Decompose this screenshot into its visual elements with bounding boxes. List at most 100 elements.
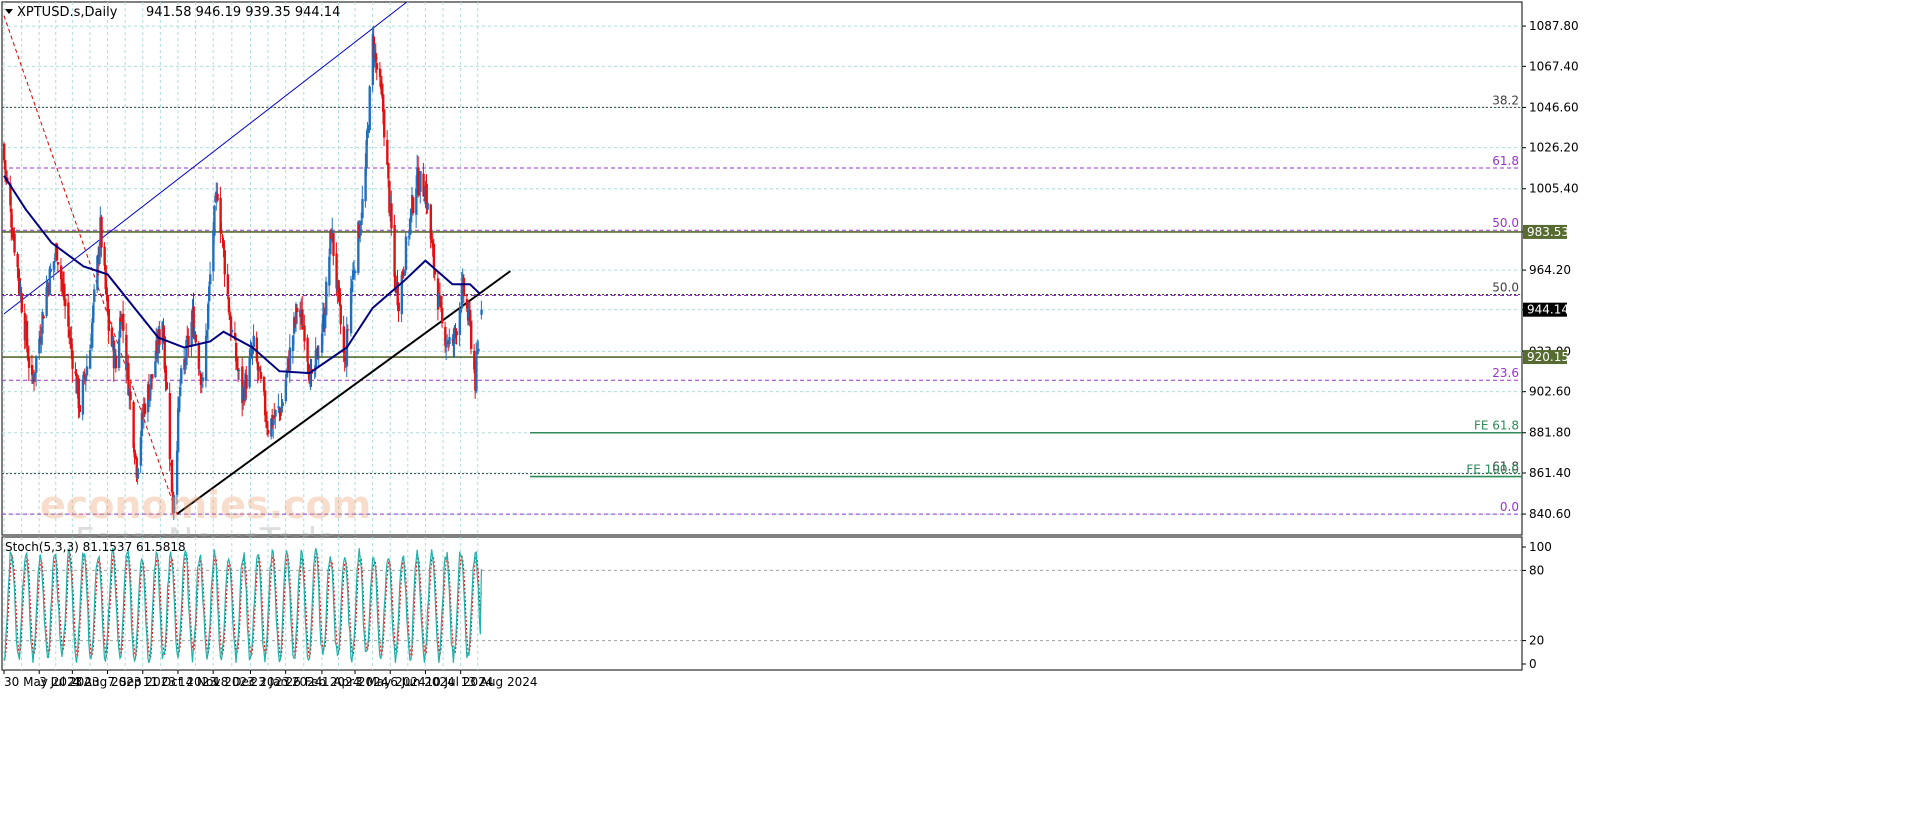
- candle-body: [432, 243, 436, 269]
- main-plot-frame: [1, 1, 1523, 536]
- price-tick-label: 840.60: [1529, 507, 1571, 521]
- stoch-panel: Stoch(5,3,3) 81.1537 61.5818 100 80 20 0: [1, 536, 1552, 671]
- price-tick-label: 861.40: [1529, 466, 1571, 480]
- candle-body: [3, 143, 6, 161]
- candle-body: [361, 199, 364, 218]
- candle-body: [151, 374, 154, 379]
- candle-body: [16, 253, 19, 268]
- candle-body: [100, 216, 103, 248]
- candle-body: [122, 313, 125, 331]
- candle-body: [220, 231, 223, 233]
- price-tick-label: 902.60: [1529, 385, 1571, 399]
- stoch-tick-label: 100: [1529, 540, 1552, 554]
- stoch-tick-label: 0: [1529, 657, 1537, 671]
- candle-body: [35, 356, 38, 373]
- candle-body: [226, 274, 230, 295]
- header: XPTUSD.s,Daily 941.58 946.19 939.35 944.…: [5, 5, 340, 20]
- candle-body: [267, 429, 270, 434]
- candle-body: [216, 193, 219, 201]
- price-tick-label: 1087.80: [1529, 19, 1579, 33]
- candle-body: [441, 307, 444, 324]
- candle-body: [71, 350, 74, 369]
- candle-body: [354, 271, 357, 274]
- candle-body: [64, 298, 67, 307]
- candle-body: [81, 379, 85, 415]
- level-label: FE 61.8: [1474, 419, 1519, 433]
- stoch-tick-label: 20: [1529, 634, 1544, 648]
- level-label: 38.2: [1492, 93, 1519, 107]
- price-tick-label: 964.20: [1529, 263, 1571, 277]
- candle-body: [117, 338, 121, 369]
- stoch-tick-label: 80: [1529, 563, 1544, 577]
- candle-body: [368, 86, 371, 131]
- price-marker-label: 944.14: [1527, 303, 1569, 317]
- candle-body: [88, 350, 92, 369]
- candle-body: [296, 307, 299, 313]
- price-tick-label: 881.80: [1529, 426, 1571, 440]
- candle-body: [105, 287, 108, 295]
- candle-body: [306, 337, 309, 362]
- candle-body: [93, 289, 96, 302]
- candle-body: [209, 274, 212, 285]
- candle-body: [470, 320, 473, 350]
- candle-body: [132, 402, 135, 448]
- candle-body: [198, 370, 202, 373]
- stoch-axis: 100 80 20 0: [1522, 540, 1552, 671]
- candle-body: [42, 315, 45, 319]
- candle-body: [179, 386, 182, 397]
- level-label: 50.0: [1492, 281, 1519, 295]
- candle-body: [129, 391, 132, 401]
- candle-body: [238, 369, 241, 371]
- candle-body: [272, 419, 275, 425]
- price-axis: 840.60861.40881.80902.60923.00964.201005…: [1522, 19, 1579, 521]
- price-marker-label: 983.53: [1527, 225, 1569, 239]
- candle-body: [13, 233, 16, 253]
- candle-body: [107, 309, 110, 332]
- ohlc-values: 941.58 946.19 939.35 944.14: [146, 5, 340, 20]
- candle-body: [252, 335, 255, 348]
- candle-body: [168, 393, 172, 460]
- candle-body: [154, 361, 157, 378]
- candle-body: [78, 405, 81, 413]
- candle-body: [383, 109, 386, 138]
- candle-body: [59, 265, 63, 280]
- candle-body: [136, 468, 139, 479]
- candle-body: [390, 203, 393, 229]
- candle-body: [134, 453, 137, 455]
- price-marker-label: 920.15: [1527, 350, 1569, 364]
- candle-body: [397, 302, 400, 312]
- candle-body: [185, 339, 188, 366]
- candle-body: [386, 139, 389, 165]
- candle-body: [27, 357, 31, 368]
- candle-body: [455, 331, 458, 336]
- candle-body: [375, 63, 379, 70]
- candle-body: [30, 365, 34, 376]
- candle-body: [448, 337, 451, 345]
- candle-body: [230, 329, 234, 333]
- stoch-title: Stoch(5,3,3) 81.1537 61.5818: [5, 540, 186, 554]
- candle-body: [419, 171, 422, 192]
- candle-body: [245, 374, 248, 389]
- chart-root: 38.261.850.050.023.6FE 61.861.8FE 100.00…: [1, 1, 1579, 689]
- candle-body: [194, 334, 197, 343]
- candle-body: [325, 281, 328, 316]
- candle-body: [404, 236, 408, 271]
- candle-body: [339, 304, 342, 325]
- price-tick-label: 1046.60: [1529, 100, 1579, 114]
- candle-body: [85, 366, 89, 376]
- candle-body: [477, 348, 480, 352]
- candle-body: [114, 355, 118, 369]
- candle-body: [187, 335, 190, 346]
- candle-body: [303, 325, 306, 342]
- symbol-label: XPTUSD.s,Daily: [17, 5, 118, 20]
- candle-body: [281, 402, 284, 406]
- candle-body: [346, 329, 350, 331]
- candle-body: [49, 269, 52, 272]
- candle-body: [412, 197, 415, 214]
- candle-body: [462, 277, 466, 297]
- candle-body: [317, 355, 321, 358]
- candle-body: [223, 250, 226, 275]
- price-tick-label: 1067.40: [1529, 59, 1579, 73]
- candle-body: [274, 409, 277, 417]
- candle-body: [143, 403, 147, 414]
